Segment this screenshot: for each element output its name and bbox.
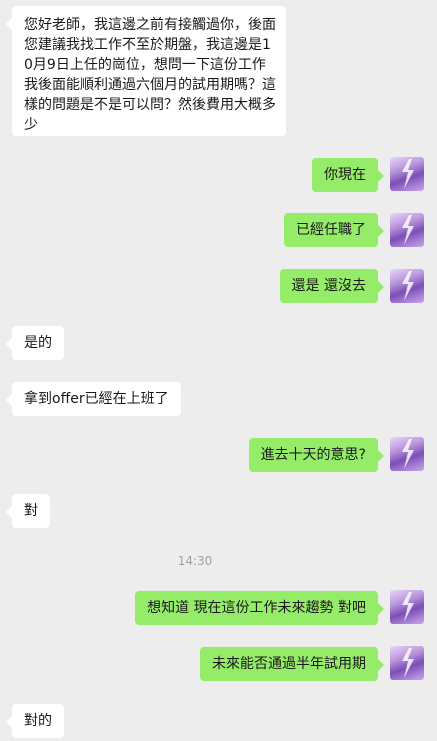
message-text: 還是 還沒去	[291, 278, 366, 294]
message-bubble-outgoing[interactable]: 進去十天的意思?	[248, 438, 385, 472]
message-bubble-outgoing[interactable]: 未來能否通過半年試用期	[200, 647, 384, 681]
message-bubble-incoming[interactable]: 對	[6, 494, 50, 528]
user-avatar-icon[interactable]	[390, 646, 424, 680]
message-bubble-outgoing[interactable]: 還是 還沒去	[279, 269, 385, 303]
message-bubble-incoming[interactable]: 拿到offer已經在上班了	[6, 382, 181, 416]
user-avatar-icon[interactable]	[390, 213, 424, 247]
message-bubble-incoming[interactable]: 您好老師，我這邊之前有接觸過你，後面您建議我找工作不至於期盤，我這邊是10月9日…	[6, 6, 286, 136]
user-avatar-icon[interactable]	[390, 437, 424, 471]
message-bubble-outgoing[interactable]: 已經任職了	[284, 213, 384, 247]
message-bubble-outgoing[interactable]: 想知道 現在這份工作未來趨勢 對吧	[135, 591, 384, 625]
message-bubble-incoming[interactable]: 是的	[6, 326, 64, 360]
message-text: 未來能否通過半年試用期	[212, 656, 366, 672]
message-text: 拿到offer已經在上班了	[24, 391, 169, 407]
message-timestamp: 14:30	[177, 554, 213, 568]
chat-message-list[interactable]: 您好老師，我這邊之前有接觸過你，後面您建議我找工作不至於期盤，我這邊是10月9日…	[0, 0, 437, 741]
message-text: 已經任職了	[296, 222, 366, 238]
user-avatar-icon[interactable]	[390, 590, 424, 624]
message-bubble-incoming[interactable]: 對的	[6, 704, 64, 738]
user-avatar-icon[interactable]	[390, 157, 424, 191]
message-text: 進去十天的意思?	[260, 447, 366, 463]
message-bubble-outgoing[interactable]: 你現在	[312, 158, 384, 192]
message-text: 對	[24, 503, 38, 519]
message-text: 是的	[24, 335, 52, 351]
message-text: 對的	[24, 713, 52, 729]
message-text: 想知道 現在這份工作未來趨勢 對吧	[147, 600, 366, 616]
message-text: 你現在	[324, 167, 366, 183]
message-text: 您好老師，我這邊之前有接觸過你，後面您建議我找工作不至於期盤，我這邊是10月9日…	[24, 17, 276, 133]
user-avatar-icon[interactable]	[390, 269, 424, 303]
